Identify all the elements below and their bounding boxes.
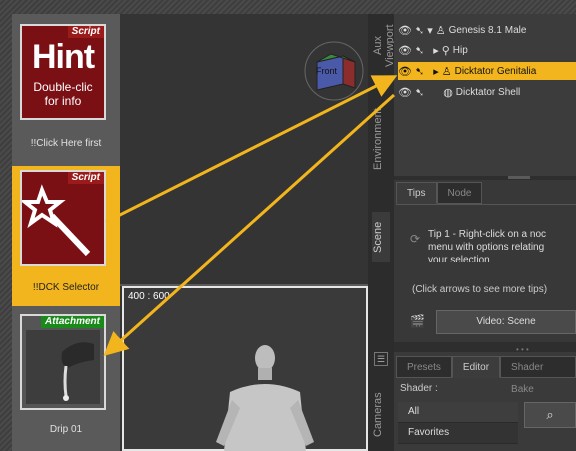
camera-resolution-label: 400 : 600: [128, 291, 170, 302]
drip-attachment-tile[interactable]: Attachment: [20, 314, 106, 410]
bone-icon: ⚲: [441, 44, 450, 57]
tree-label: Dicktator Genitalia: [454, 65, 537, 77]
drip-icon: [26, 330, 100, 404]
select-cursor-icon[interactable]: ➷: [415, 24, 424, 37]
tip-line-1: Tip 1 - Right-click on a noc: [428, 229, 547, 240]
shader-category-list: All Favorites: [398, 402, 518, 444]
eye-icon[interactable]: 👁: [398, 44, 412, 57]
tree-row-dicktator-shell[interactable]: 👁 ➷ ◍ Dicktator Shell: [398, 83, 576, 101]
figure-icon: ♙: [435, 24, 446, 37]
eye-icon[interactable]: 👁: [398, 24, 412, 37]
tab-tips[interactable]: Tips: [396, 182, 437, 204]
tab-scene[interactable]: Scene: [372, 212, 390, 262]
video-scene-button[interactable]: Video: Scene: [436, 310, 576, 334]
tab-editor[interactable]: Editor: [451, 356, 501, 378]
tab-node[interactable]: Node: [436, 182, 483, 204]
hint-caption: !!Click Here first: [30, 138, 102, 149]
script-tag: Script: [67, 26, 104, 38]
list-item[interactable]: Favorites: [398, 423, 518, 444]
magic-wand-icon: [19, 184, 91, 257]
hint-title: Hint: [31, 38, 95, 76]
panel-menu-icon[interactable]: ☰: [374, 352, 388, 366]
shader-label: Shader :: [400, 383, 438, 394]
tab-cameras[interactable]: Cameras: [372, 384, 390, 446]
expand-arrow-icon[interactable]: ▾: [427, 24, 433, 37]
tree-label: Genesis 8.1 Male: [448, 24, 527, 36]
list-item[interactable]: All: [398, 402, 518, 423]
script-tag: Script: [67, 172, 104, 184]
select-cursor-icon[interactable]: ➷: [415, 44, 424, 57]
eye-icon[interactable]: 👁: [398, 86, 412, 99]
search-icon[interactable]: ⌕: [524, 402, 576, 428]
drip-caption: Drip 01: [49, 424, 83, 435]
hint-subtitle-1: Double-clic: [33, 80, 93, 94]
tab-environment[interactable]: Environment: [372, 98, 390, 180]
eye-icon[interactable]: 👁: [398, 65, 412, 78]
geometry-icon: ◍: [443, 86, 453, 99]
select-cursor-icon[interactable]: ➷: [415, 86, 424, 99]
tree-label: Hip: [452, 44, 468, 56]
tip-line-3: your selection: [428, 255, 490, 262]
tip-spinner-icon: ⟳: [410, 232, 421, 246]
view-cube-label: Front: [316, 66, 338, 76]
tree-row-dicktator-genitalia[interactable]: 👁 ➷ ▸ ♙ Dicktator Genitalia: [398, 62, 576, 80]
tab-shader-bake[interactable]: Shader Bake: [500, 356, 576, 395]
dck-selector-tile[interactable]: Script: [19, 170, 106, 266]
more-tips-text: (Click arrows to see more tips): [412, 284, 548, 295]
attachment-tag: Attachment: [40, 316, 104, 328]
tree-row-genesis[interactable]: 👁 ➷ ▾ ♙ Genesis 8.1 Male: [398, 21, 576, 39]
content-library: Script Hint Double-clic for info !!Click…: [12, 14, 120, 451]
tip-text: Tip 1 - Right-click on a noc menu with o…: [428, 228, 576, 262]
tip-line-2: menu with options relating: [428, 242, 545, 253]
figure-preview: [216, 345, 314, 451]
hint-script-tile[interactable]: Script Hint Double-clic for info: [20, 24, 106, 120]
panel-splitter[interactable]: [508, 176, 530, 179]
tab-presets[interactable]: Presets: [396, 356, 452, 378]
surfaces-tabs: Presets Editor Shader Bake: [396, 356, 576, 395]
select-cursor-icon[interactable]: ➷: [415, 65, 424, 78]
tips-tabs: Tips Node: [396, 182, 483, 204]
clapper-icon: 🎬: [410, 314, 425, 328]
tree-label: Dicktator Shell: [455, 86, 521, 98]
collapse-arrow-icon[interactable]: ▸: [433, 65, 439, 78]
figure-icon: ♙: [441, 65, 452, 78]
tips-divider: [396, 204, 576, 205]
hint-subtitle-2: for info: [44, 94, 82, 108]
collapse-arrow-icon[interactable]: ▸: [433, 44, 439, 57]
tree-row-hip[interactable]: 👁 ➷ ▸ ⚲ Hip: [398, 41, 576, 59]
tab-aux-viewport[interactable]: Aux Viewport: [372, 18, 396, 74]
dck-caption: !!DCK Selector: [32, 282, 100, 293]
